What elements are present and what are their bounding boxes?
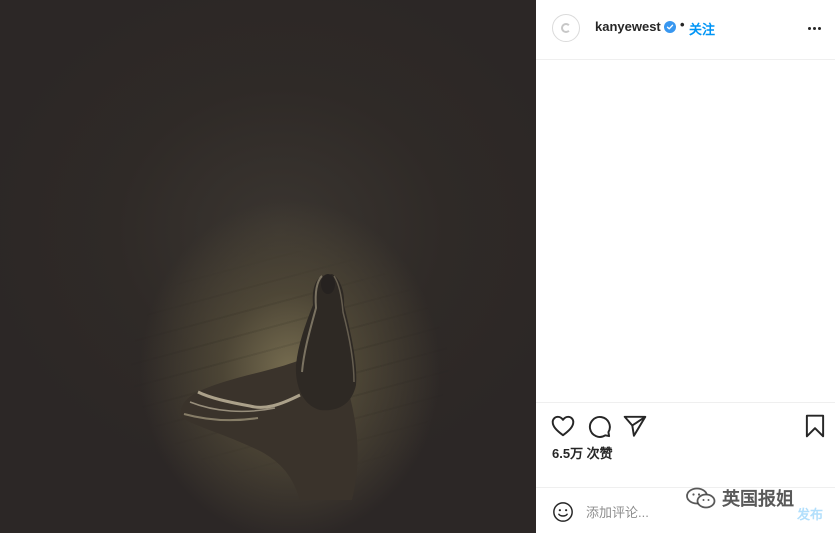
post-header: kanyewest • 关注 <box>536 0 835 60</box>
header-separator: • <box>680 17 685 32</box>
verified-badge-icon <box>664 21 676 33</box>
watermark: 英国报姐 <box>686 485 794 511</box>
comment-bubble-icon[interactable] <box>586 413 612 439</box>
veiled-figure-illustration <box>180 274 358 500</box>
heart-icon[interactable] <box>550 413 576 439</box>
avatar[interactable] <box>552 14 580 42</box>
username-link[interactable]: kanyewest <box>595 19 661 34</box>
post-side-panel: kanyewest • 关注 6.5万 次赞 添加评论... 发布 <box>536 0 835 533</box>
bookmark-icon[interactable] <box>802 413 828 439</box>
post-actions-bar <box>536 402 835 447</box>
watermark-text: 英国报姐 <box>722 489 794 509</box>
wechat-logo-icon <box>686 487 716 509</box>
likes-count[interactable]: 6.5万 次赞 <box>552 443 613 462</box>
more-options-icon[interactable] <box>804 20 824 36</box>
paper-plane-icon[interactable] <box>622 413 648 439</box>
post-photo[interactable] <box>0 0 536 533</box>
post-comment-button[interactable]: 发布 <box>797 504 823 523</box>
smiley-icon[interactable] <box>552 501 574 523</box>
avatar-loading-icon <box>561 23 571 33</box>
follow-button[interactable]: 关注 <box>689 19 715 38</box>
